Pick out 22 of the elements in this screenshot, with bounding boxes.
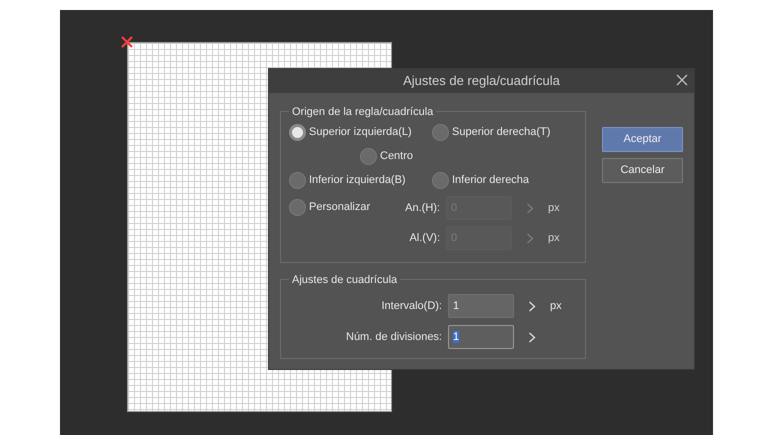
field-label: Al.(V): [408,230,440,246]
window-title: Ajustes de regla/cuadrícula [403,72,560,90]
group-title: Ajustes de cuadrícula [289,272,400,288]
radio-option[interactable]: Centro [360,148,414,165]
radio-option[interactable]: Superior izquierda(L) [289,124,432,141]
radio-option[interactable]: Superior derecha(T) [432,124,582,141]
cancel-button[interactable]: Cancelar [602,158,683,183]
unit-label: px [550,298,562,314]
number-field[interactable]: 1 [448,325,514,349]
radio-option[interactable]: Personalizar [289,199,372,216]
origin-marker-icon [121,36,133,48]
group-title: Origen de la regla/cuadrícula [289,104,436,120]
unit-label: px [548,200,560,216]
close-button[interactable] [676,74,688,86]
field-label: Intervalo(D): [380,298,442,314]
field-label: An.(H): [404,200,440,216]
unit-label: px [548,230,560,246]
field-label: Núm. de divisiones: [345,330,442,345]
number-field[interactable]: 1 [448,294,514,318]
radio-option[interactable]: Inferior derecha [432,172,582,189]
radio-option[interactable]: Inferior izquierda(B) [289,172,432,189]
accept-button[interactable]: Aceptar [602,127,683,152]
